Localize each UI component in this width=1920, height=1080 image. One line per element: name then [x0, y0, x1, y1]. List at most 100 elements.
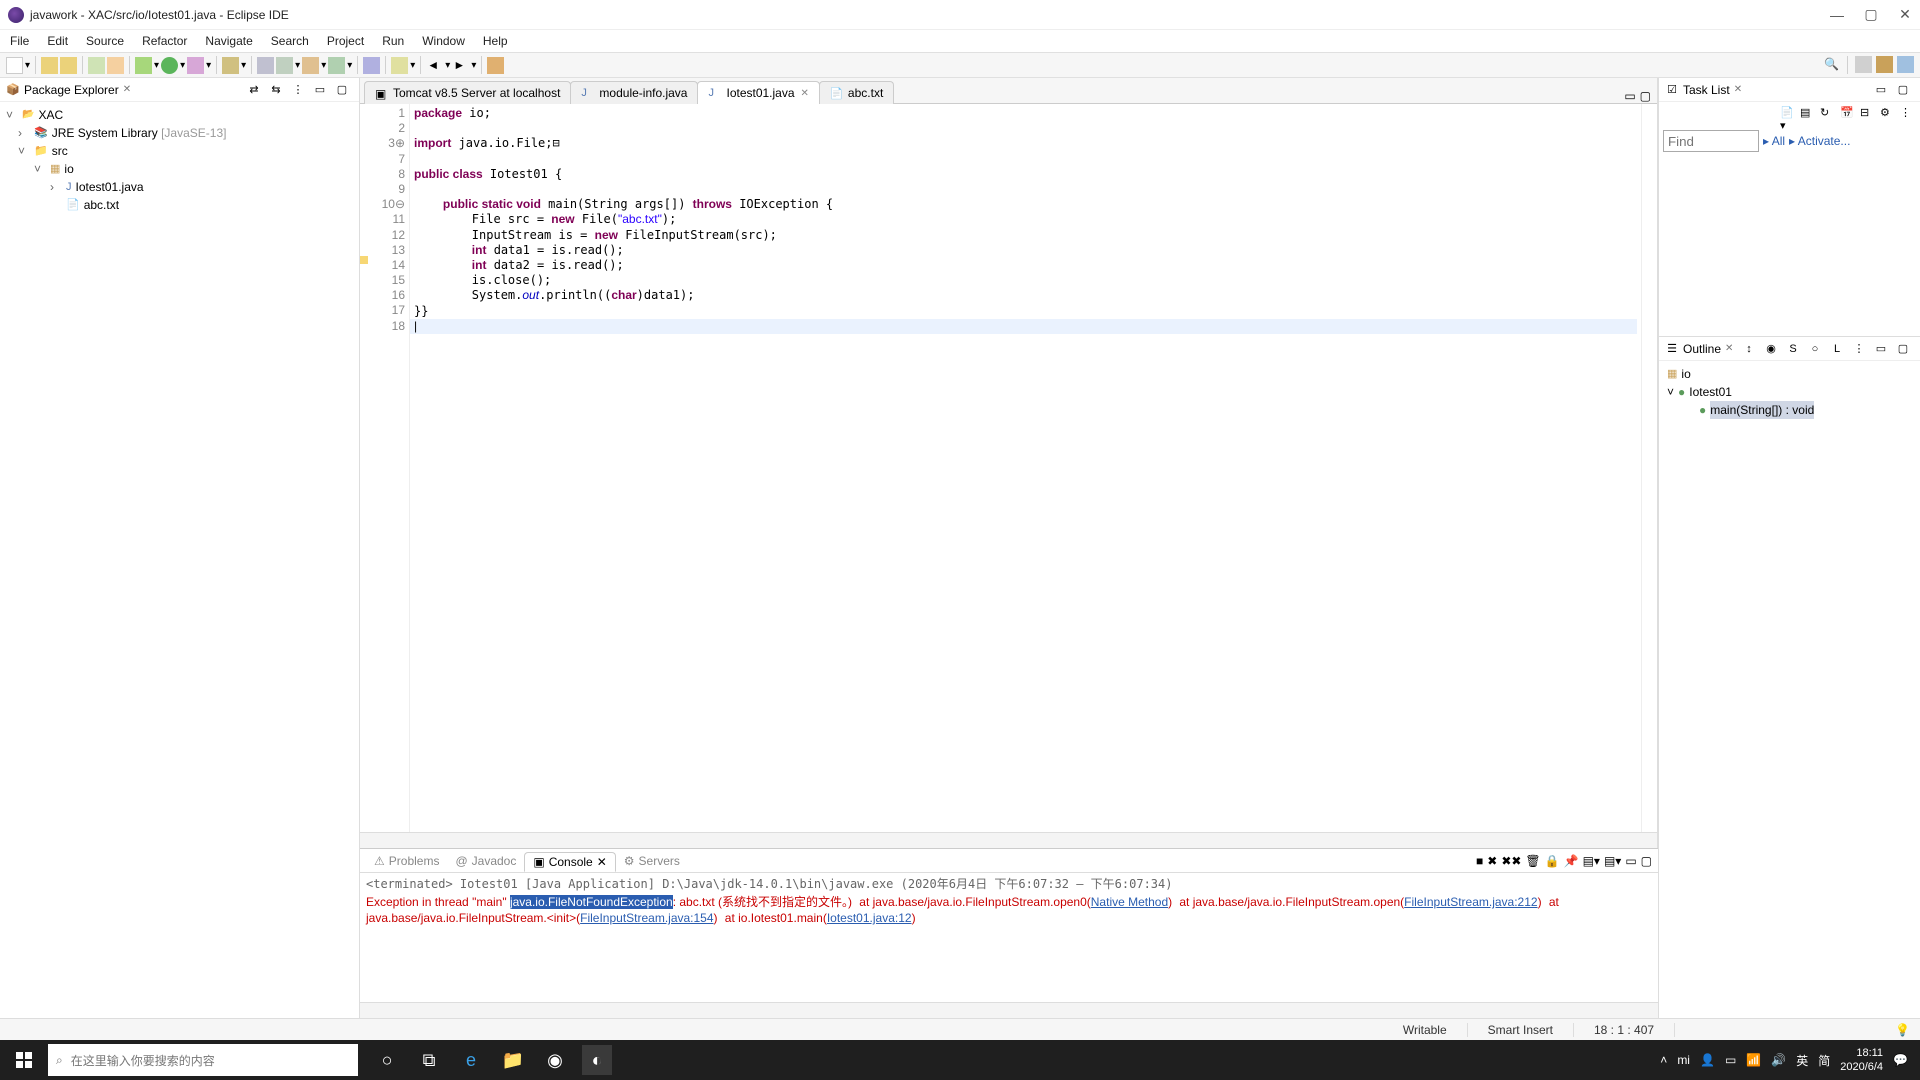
save-all-button[interactable] [60, 57, 77, 74]
task-list-close-icon[interactable]: ✕ [1734, 84, 1742, 95]
menu-project[interactable]: Project [327, 34, 364, 48]
filter-icon[interactable]: ⚙ [1880, 106, 1896, 122]
task-max-icon[interactable]: ▢ [1896, 83, 1910, 97]
eclipse-taskbar-icon[interactable]: ◐ [582, 1045, 612, 1075]
tab-problems[interactable]: ⚠Problems [366, 852, 447, 870]
categorize-icon[interactable]: ▤ [1800, 106, 1816, 122]
ime-lang[interactable]: 英 [1796, 1052, 1808, 1069]
tree-file-iotest[interactable]: Iotest01.java [76, 178, 144, 196]
menu-source[interactable]: Source [86, 34, 124, 48]
quick-access[interactable]: 🔍 [1823, 56, 1840, 73]
forward-button[interactable]: ► [452, 57, 469, 74]
view-max-icon[interactable]: ▢ [1641, 854, 1652, 868]
tab-tomcat[interactable]: ▣Tomcat v8.5 Server at localhost [364, 81, 571, 104]
tab-iotest01[interactable]: JIotest01.java✕ [697, 81, 819, 104]
console-remove-all-icon[interactable]: ✖✖ [1501, 854, 1521, 868]
tab-servers[interactable]: ⚙Servers [616, 852, 688, 870]
maximize-view-icon[interactable]: ▢ [335, 83, 349, 97]
menu-edit[interactable]: Edit [47, 34, 68, 48]
tree-pkg[interactable]: io [64, 160, 73, 178]
pin-editor[interactable] [487, 57, 504, 74]
outline-menu-icon[interactable]: ⋮ [1852, 342, 1866, 356]
open-perspective[interactable] [1855, 56, 1872, 73]
tree-project[interactable]: XAC [38, 106, 63, 124]
outline-min-icon[interactable]: ▭ [1874, 342, 1888, 356]
new-task-icon[interactable]: 📄▾ [1780, 106, 1796, 122]
new-package-button[interactable] [302, 57, 319, 74]
tree-jre[interactable]: JRE System Library [JavaSE-13] [52, 124, 227, 142]
view-close-icon[interactable]: ✕ [123, 84, 131, 95]
package-explorer-tree[interactable]: ˅📂XAC ›📚JRE System Library [JavaSE-13] ˅… [0, 102, 359, 218]
tray-wifi-icon[interactable]: 📶 [1746, 1053, 1761, 1067]
task-all-link[interactable]: ▸ All [1763, 134, 1785, 148]
maximize-button[interactable]: ▢ [1864, 8, 1878, 22]
tab-javadoc[interactable]: @Javadoc [447, 852, 524, 870]
calendar-icon[interactable]: 📅 [1840, 106, 1856, 122]
menu-run[interactable]: Run [382, 34, 404, 48]
code-editor[interactable]: 1 2 3⊕ 7 8 9 10⊖ 11 12 13 14 15 16 17 18… [360, 104, 1657, 832]
editor-max-icon[interactable]: ▢ [1640, 89, 1651, 103]
menu-file[interactable]: File [10, 34, 29, 48]
outline-tree[interactable]: ▦io ˅●Iotest01 ●main(String[]) : void [1659, 361, 1920, 423]
coverage-button[interactable] [187, 57, 204, 74]
hide-local-icon[interactable]: L [1830, 342, 1844, 356]
task-view-icon[interactable]: ⧉ [414, 1045, 444, 1075]
new-class-button[interactable] [328, 57, 345, 74]
hide-fields-icon[interactable]: ◉ [1764, 342, 1778, 356]
back-button[interactable]: ◄ [426, 57, 443, 74]
console-clear-icon[interactable]: 🗑 [1525, 854, 1540, 868]
new-button[interactable] [6, 57, 23, 74]
tray-volume-icon[interactable]: 🔊 [1771, 1053, 1786, 1067]
editor-min-icon[interactable]: ▭ [1624, 89, 1635, 103]
collapse-icon[interactable]: ⊟ [1860, 106, 1876, 122]
tray-notifications-icon[interactable]: 💬 [1893, 1053, 1908, 1067]
start-button[interactable] [0, 1052, 48, 1068]
sort-icon[interactable]: ↕ [1742, 342, 1756, 356]
console-display-icon[interactable]: ▤▾ [1583, 854, 1600, 868]
view-min-icon[interactable]: ▭ [1625, 854, 1636, 868]
task-find-input[interactable] [1663, 130, 1759, 152]
cortana-icon[interactable]: ○ [372, 1045, 402, 1075]
tray-people-icon[interactable]: 👤 [1700, 1053, 1715, 1067]
new-java-button[interactable] [276, 57, 293, 74]
tree-src[interactable]: src [52, 142, 68, 160]
skip-breakpoints[interactable] [107, 57, 124, 74]
tray-battery-icon[interactable]: ▭ [1725, 1053, 1736, 1067]
outline-pkg[interactable]: io [1681, 365, 1690, 383]
run-button[interactable] [161, 57, 178, 74]
tree-file-abc[interactable]: abc.txt [84, 196, 119, 214]
tab-abc[interactable]: 📄abc.txt [819, 81, 894, 104]
collapse-all-icon[interactable]: ⇄ [247, 83, 261, 97]
console-h-scrollbar[interactable] [360, 1002, 1658, 1018]
new-server-button[interactable] [257, 57, 274, 74]
chrome-icon[interactable]: ◉ [540, 1045, 570, 1075]
view-menu-icon[interactable]: ⋮ [291, 83, 305, 97]
menu-search[interactable]: Search [271, 34, 309, 48]
open-type-button[interactable] [363, 57, 380, 74]
explorer-icon[interactable]: 📁 [498, 1045, 528, 1075]
console-output[interactable]: Exception in thread "main" java.io.FileN… [360, 894, 1658, 1002]
console-remove-icon[interactable]: ✖ [1487, 854, 1497, 868]
menu-window[interactable]: Window [422, 34, 465, 48]
ime-mode[interactable]: 简 [1818, 1052, 1830, 1069]
outline-class[interactable]: Iotest01 [1689, 383, 1732, 401]
sync-icon[interactable]: ↻ [1820, 106, 1836, 122]
task-min-icon[interactable]: ▭ [1874, 83, 1888, 97]
console-scroll-lock-icon[interactable]: 🔒 [1545, 854, 1560, 868]
menu-help[interactable]: Help [483, 34, 508, 48]
search-button[interactable] [391, 57, 408, 74]
console-pin-icon[interactable]: 📌 [1564, 854, 1579, 868]
outline-close-icon[interactable]: ✕ [1725, 343, 1733, 354]
menu-refactor[interactable]: Refactor [142, 34, 187, 48]
console-open-icon[interactable]: ▤▾ [1604, 854, 1621, 868]
toggle-breadcrumb[interactable] [88, 57, 105, 74]
close-button[interactable]: ✕ [1898, 8, 1912, 22]
tab-module-info[interactable]: Jmodule-info.java [570, 81, 698, 104]
outline-max-icon[interactable]: ▢ [1896, 342, 1910, 356]
overview-ruler[interactable] [1641, 104, 1657, 832]
minimize-view-icon[interactable]: ▭ [313, 83, 327, 97]
editor-h-scrollbar[interactable] [360, 832, 1657, 848]
ext-tools-button[interactable] [222, 57, 239, 74]
console-terminate-icon[interactable]: ■ [1476, 854, 1483, 868]
hide-static-icon[interactable]: S [1786, 342, 1800, 356]
